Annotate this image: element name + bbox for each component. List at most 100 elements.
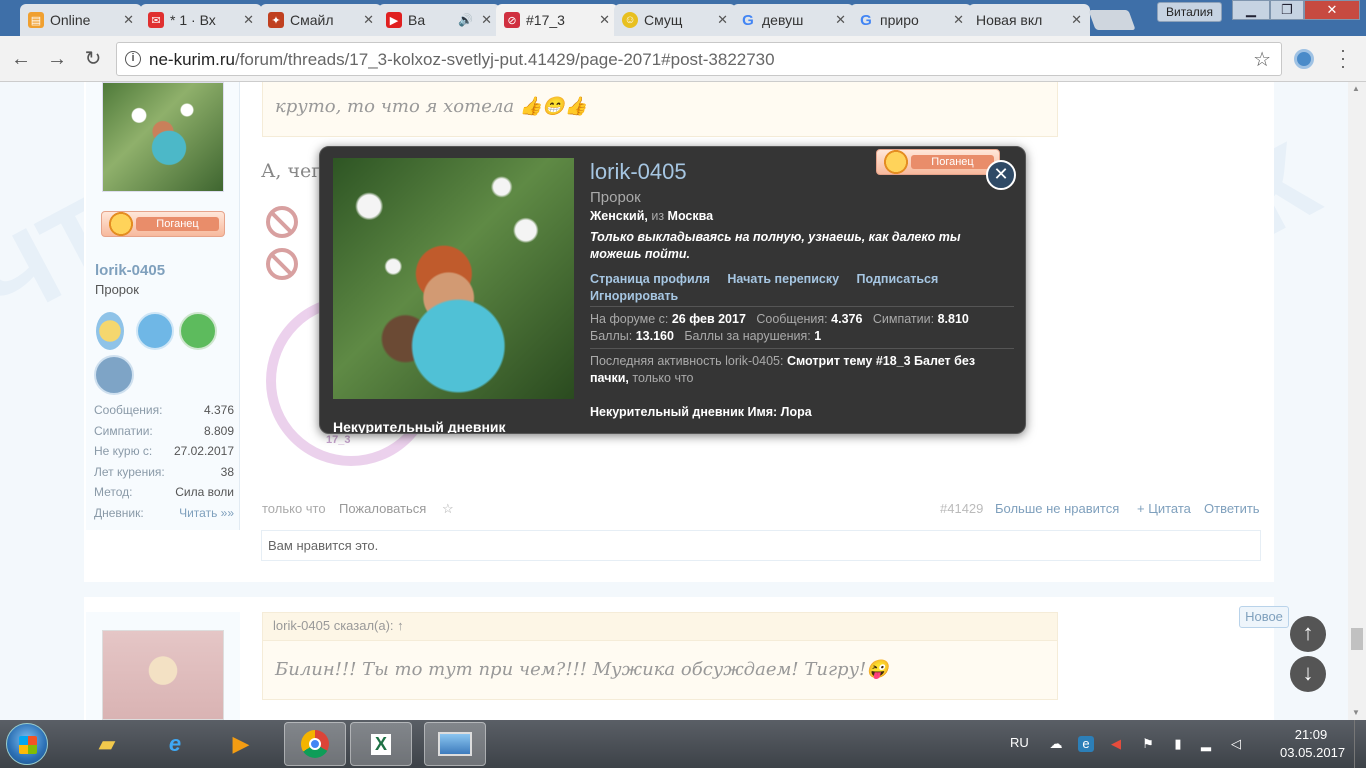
divider: [590, 348, 1014, 349]
post-time[interactable]: только что: [262, 501, 326, 516]
speaker-icon: 🔊: [458, 13, 474, 27]
stat-row: Сообщения: 4.376: [94, 403, 234, 417]
report-link[interactable]: Пожаловаться: [339, 501, 426, 516]
reply-link[interactable]: Ответить: [1204, 501, 1260, 516]
member-name[interactable]: lorik-0405: [590, 159, 687, 185]
tab-new[interactable]: Новая вкл ✕: [968, 4, 1090, 36]
back-icon[interactable]: ←: [10, 48, 32, 70]
unlike-link[interactable]: Больше не нравится: [995, 501, 1119, 516]
extension-icon[interactable]: [1294, 49, 1314, 69]
taskbar-ie[interactable]: e: [144, 722, 206, 766]
browser-window: ▤ Online ✕ ✉ * 1 · Вх ✕ ✦ Смайл ✕ ▶ Ва 🔊 ✕ ⊘ #17_3…: [0, 0, 1366, 727]
menu-kebab-icon[interactable]: · · ·: [1340, 41, 1346, 75]
tab-mail[interactable]: ✉ * 1 · Вх ✕: [140, 4, 262, 36]
show-desktop-button[interactable]: [1354, 720, 1366, 768]
user-avatar[interactable]: [102, 82, 224, 192]
language-indicator[interactable]: RU: [1010, 735, 1029, 750]
member-diary: Некурительный дневник Имя: Лора: [590, 405, 812, 419]
close-icon[interactable]: ✕: [243, 12, 254, 28]
follow-link[interactable]: Подписаться: [857, 272, 939, 286]
tab-forum-active[interactable]: ⊘ #17_3 ✕: [496, 4, 618, 36]
close-icon[interactable]: ✕: [1071, 12, 1082, 28]
close-icon[interactable]: ✕: [953, 12, 964, 28]
close-icon[interactable]: ✕: [599, 12, 610, 28]
flag-icon[interactable]: ⚑: [1140, 736, 1156, 752]
taskbar-media[interactable]: ▶: [210, 722, 272, 766]
tab-google-nature[interactable]: Gприро ✕: [850, 4, 972, 36]
start-button[interactable]: [6, 723, 48, 765]
member-photo[interactable]: [333, 158, 574, 399]
info-icon[interactable]: i: [125, 51, 141, 67]
post-number[interactable]: #41429: [940, 501, 983, 516]
chrome-icon: [301, 730, 329, 758]
tab-embarrassed[interactable]: ☺ Смущ ✕: [614, 4, 736, 36]
reload-icon[interactable]: ↻: [82, 48, 104, 70]
quote-link[interactable]: + Цитата: [1137, 501, 1191, 516]
e-app-icon[interactable]: e: [1078, 736, 1094, 752]
post-username[interactable]: lorik-0405: [95, 262, 165, 279]
folder-icon: ▰: [98, 731, 116, 756]
member-info: Женский, из Москва: [590, 209, 714, 223]
quote-text: круто, то что я хотела 👍😁👍: [275, 96, 588, 117]
member-links: Страница профиля Начать переписку Подпис…: [590, 271, 1010, 305]
close-popup-button[interactable]: ✕: [986, 160, 1016, 190]
youtube-icon: ▶: [386, 12, 402, 28]
ignore-link[interactable]: Игнорировать: [590, 289, 678, 303]
taskbar-explorer[interactable]: ▰: [76, 722, 138, 766]
close-window-button[interactable]: ✕: [1304, 0, 1360, 20]
stat-row: Симпатии: 8.809: [94, 423, 234, 438]
devil-smiley-icon: [106, 211, 136, 237]
cloud-icon[interactable]: ☁: [1048, 736, 1064, 752]
devil-smiley-icon: [881, 149, 911, 175]
page-scrollbar[interactable]: ▲ ▼: [1348, 82, 1366, 720]
address-bar[interactable]: i ne-kurim.ru/forum/threads/17_3-kolxoz-…: [116, 42, 1282, 76]
user-avatar[interactable]: [102, 630, 224, 720]
forward-icon[interactable]: →: [46, 48, 68, 70]
windows-logo-icon: [19, 736, 37, 754]
quote-block: lorik-0405 сказал(а): ↑ Билин!!! Ты то т…: [262, 612, 1058, 700]
star-icon[interactable]: ☆: [442, 501, 454, 517]
scroll-up-arrow-icon[interactable]: ▲: [1352, 84, 1360, 93]
close-icon[interactable]: ✕: [123, 12, 134, 28]
tab-google-girls[interactable]: Gдевуш ✕: [732, 4, 854, 36]
stat-row: Лет курения: 38: [94, 464, 234, 479]
start-conversation-link[interactable]: Начать переписку: [727, 272, 839, 286]
profile-page-link[interactable]: Страница профиля: [590, 272, 710, 286]
system-clock[interactable]: 21:09 03.05.2017: [1280, 726, 1345, 762]
taskbar-photo-viewer[interactable]: [424, 722, 486, 766]
muted-speaker-icon[interactable]: ◀: [1108, 736, 1124, 752]
member-last-activity: Последняя активность lorik-0405: Смотрит…: [590, 354, 976, 385]
scroll-down-button[interactable]: ↓: [1290, 656, 1326, 692]
tab-youtube[interactable]: ▶ Ва 🔊 ✕: [378, 4, 500, 36]
train-award-icon: [136, 312, 174, 350]
taskbar-excel[interactable]: X: [350, 722, 412, 766]
diary-read-link[interactable]: Читать »»: [179, 503, 234, 524]
post-user-title: Пророк: [95, 282, 139, 297]
close-icon[interactable]: ✕: [481, 12, 492, 28]
profile-user-button[interactable]: Виталия: [1157, 2, 1222, 22]
url-text[interactable]: ne-kurim.ru/forum/threads/17_3-kolxoz-sv…: [149, 50, 775, 70]
signal-icon[interactable]: ▂: [1198, 736, 1214, 752]
bookmark-star-icon[interactable]: ☆: [1253, 47, 1271, 72]
scrollbar-thumb[interactable]: [1351, 628, 1363, 650]
play-icon: ▶: [232, 731, 250, 756]
new-tab-button[interactable]: [1088, 10, 1136, 30]
divider: [590, 306, 1014, 307]
tab-online[interactable]: ▤ Online ✕: [20, 4, 142, 36]
scroll-up-button[interactable]: ↑: [1290, 616, 1326, 652]
google-icon: G: [742, 11, 754, 29]
tab-smiles[interactable]: ✦ Смайл ✕: [260, 4, 382, 36]
likes-summary: Вам нравится это.: [261, 530, 1261, 561]
maximize-button[interactable]: ❐: [1270, 0, 1304, 20]
close-icon[interactable]: ✕: [835, 12, 846, 28]
no-smoking-icon: [266, 206, 298, 238]
close-icon[interactable]: ✕: [717, 12, 728, 28]
minimize-button[interactable]: ▁: [1232, 0, 1270, 20]
device-icon[interactable]: ▮: [1170, 736, 1186, 752]
close-icon[interactable]: ✕: [363, 12, 374, 28]
quote-header[interactable]: lorik-0405 сказал(а): ↑: [263, 613, 1057, 641]
volume-icon[interactable]: ◁: [1228, 736, 1244, 752]
book-icon: ▤: [28, 12, 44, 28]
taskbar-chrome[interactable]: [284, 722, 346, 766]
scroll-down-arrow-icon[interactable]: ▼: [1352, 708, 1360, 717]
